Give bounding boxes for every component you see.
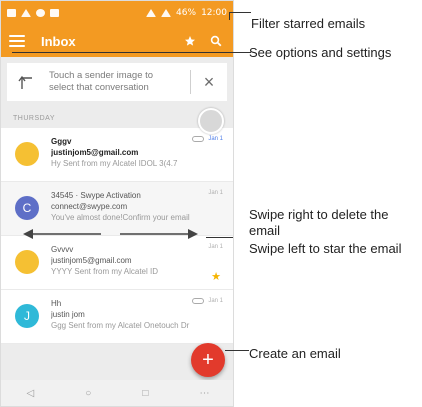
- callout-line-filter: [229, 12, 230, 20]
- email-snippet: Hy Sent from my Alcatel IDOL 3(4.7: [51, 159, 178, 168]
- menu-dots-icon[interactable]: ⋯: [199, 388, 209, 399]
- callout-line-filter-h: [229, 12, 251, 13]
- tip-arrow-icon: [18, 75, 32, 89]
- tip-text: Touch a sender image to select that conv…: [49, 70, 154, 93]
- home-icon[interactable]: ○: [85, 388, 91, 399]
- email-date: Jan 1: [208, 298, 223, 304]
- compose-button[interactable]: +: [191, 343, 225, 377]
- tip-card: Touch a sender image to select that conv…: [7, 63, 227, 101]
- menu-icon[interactable]: [9, 35, 25, 47]
- email-row[interactable]: J Hh justin jom Ggg Sent from my Alcatel…: [1, 290, 233, 344]
- search-icon[interactable]: [207, 32, 225, 50]
- mail-notification-icon: [7, 9, 16, 17]
- notification-icon: [36, 9, 45, 17]
- callout-swipe-delete: Swipe right to delete the: [249, 207, 389, 222]
- callout-line-options: [12, 52, 251, 53]
- callout-swipe-delete-2: email: [249, 223, 281, 238]
- star-filter-icon[interactable]: [181, 32, 199, 50]
- tip-divider: [190, 70, 191, 94]
- email-snippet: You've almost done!Confirm your email: [51, 213, 190, 222]
- phone-screen: 46% 12:00 Inbox Touch a sender image to …: [0, 0, 234, 407]
- email-address: justin jom: [51, 310, 85, 319]
- status-bar: 46% 12:00: [1, 1, 233, 25]
- email-address: justinjom5@gmail.com: [51, 148, 139, 157]
- attachment-icon: [192, 136, 205, 142]
- warning-icon: [21, 9, 31, 17]
- star-icon[interactable]: ★: [211, 270, 221, 283]
- email-snippet: Ggg Sent from my Alcatel Onetouch Dr: [51, 321, 190, 330]
- battery-level: 46%: [176, 8, 197, 18]
- email-row[interactable]: Gggv justinjom5@gmail.com Hy Sent from m…: [1, 128, 233, 182]
- callout-create: Create an email: [249, 346, 341, 361]
- email-snippet: YYYY Sent from my Alcatel ID: [51, 267, 159, 276]
- nav-bar: ◁ ○ □ ⋯: [1, 380, 233, 406]
- callout-line-swipe: [206, 237, 233, 238]
- page-title: Inbox: [41, 33, 76, 49]
- signal-icon: [161, 9, 172, 17]
- close-icon[interactable]: ×: [201, 71, 217, 94]
- clock: 12:00: [201, 8, 227, 18]
- callout-line-create: [225, 350, 249, 351]
- callout-options: See options and settings: [249, 45, 392, 60]
- email-sender: 34545 · Swype Activation: [51, 191, 141, 200]
- callout-swipe-star: Swipe left to star the email: [249, 241, 402, 256]
- back-icon[interactable]: ◁: [27, 388, 35, 399]
- email-sender: Gvvvv: [51, 245, 74, 254]
- avatar[interactable]: [15, 250, 39, 274]
- wifi-icon: [146, 9, 157, 17]
- email-row[interactable]: Gvvvv justinjom5@gmail.com YYYY Sent fro…: [1, 236, 233, 290]
- swipe-arrows-icon: [23, 229, 198, 239]
- email-address: connect@swype.com: [51, 202, 128, 211]
- email-address: justinjom5@gmail.com: [51, 256, 132, 265]
- avatar[interactable]: [15, 142, 39, 166]
- touch-indicator: [198, 108, 224, 134]
- recents-icon[interactable]: □: [142, 388, 148, 399]
- email-date: Jan 1: [208, 244, 223, 250]
- image-notification-icon: [50, 9, 59, 17]
- email-date: Jan 1: [208, 190, 223, 196]
- email-date: Jan 1: [208, 136, 223, 142]
- attachment-icon: [192, 298, 205, 304]
- avatar[interactable]: C: [15, 196, 39, 220]
- callout-filter: Filter starred emails: [251, 16, 366, 31]
- avatar[interactable]: J: [15, 304, 39, 328]
